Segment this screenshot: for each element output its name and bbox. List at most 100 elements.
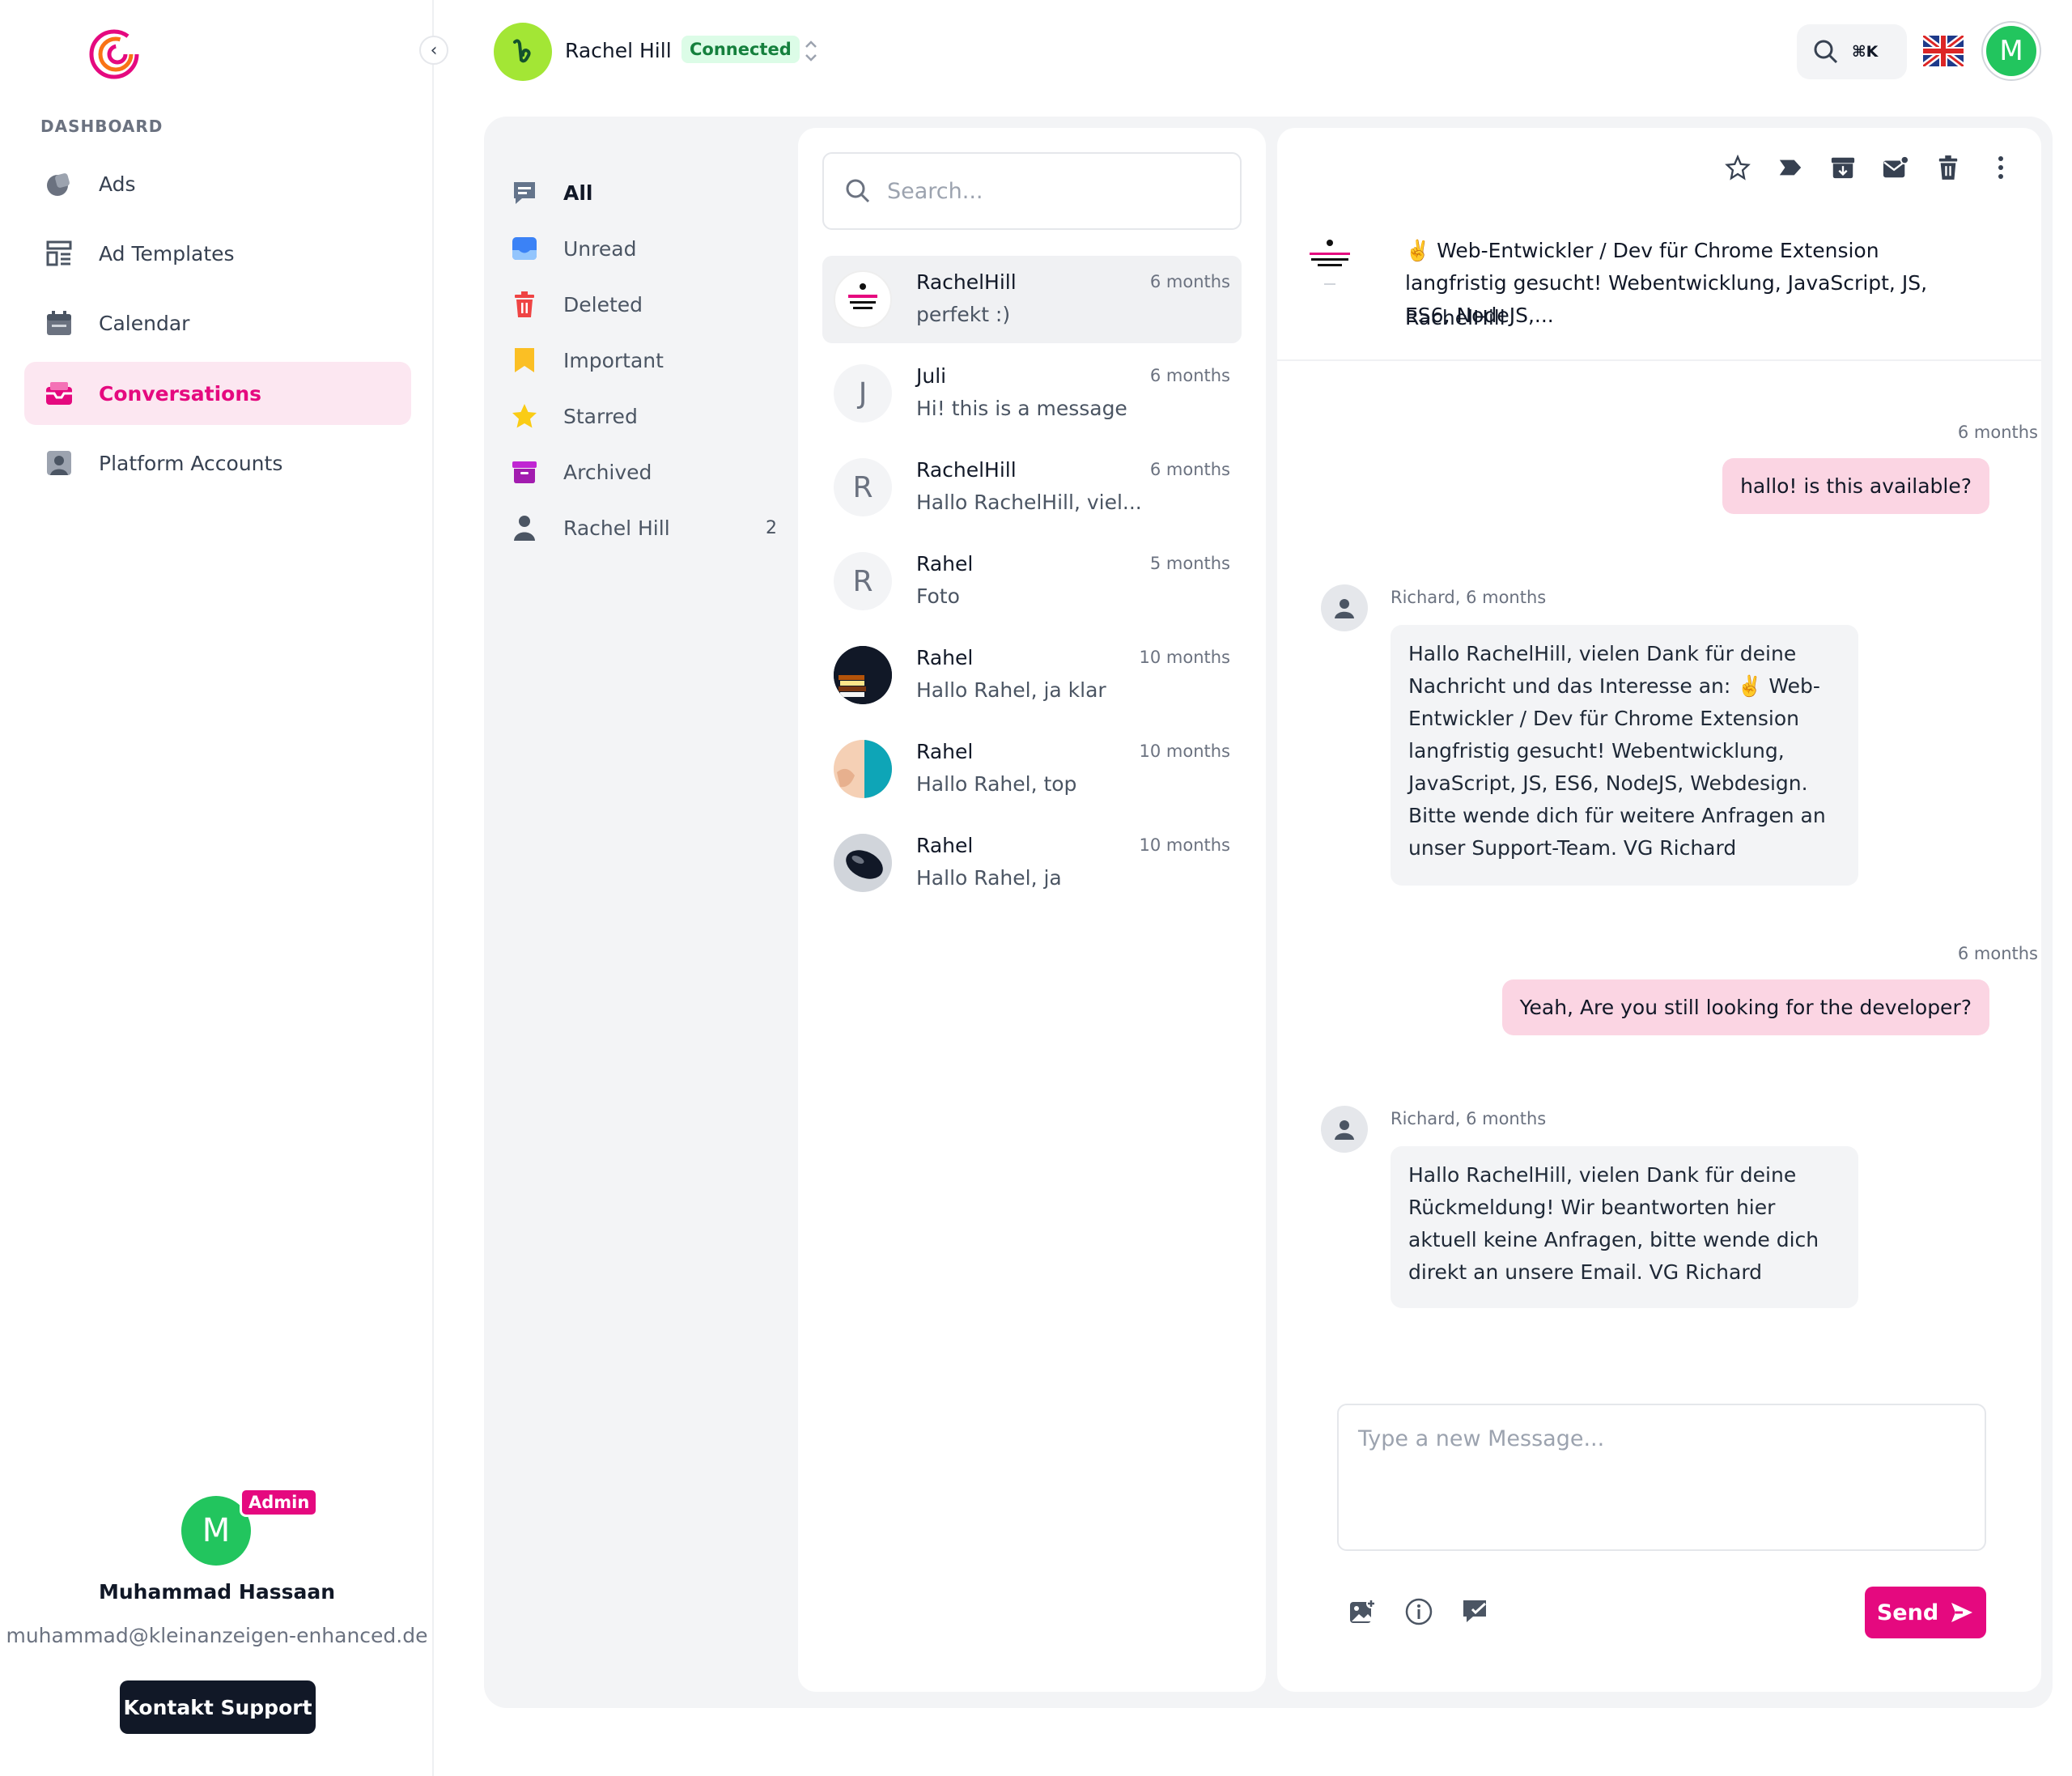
uk-flag-icon[interactable] <box>1923 36 1964 66</box>
collapse-sidebar-button[interactable]: ‹ <box>419 36 448 65</box>
outgoing-message: hallo! is this available? <box>1722 458 1989 514</box>
send-label: Send <box>1876 1600 1939 1625</box>
mouse-photo-avatar <box>834 834 892 892</box>
conversation-name: Rahel <box>916 740 974 763</box>
brand-logo[interactable] <box>87 28 141 81</box>
folder-label: Starred <box>563 404 638 428</box>
conversation-item[interactable]: Rahel 10 months Hallo Rahel, top <box>822 725 1242 813</box>
folder-deleted[interactable]: Deleted <box>510 282 777 327</box>
sidebar-item-calendar[interactable]: Calendar <box>24 291 411 355</box>
sidebar-item-platform-accounts[interactable]: Platform Accounts <box>24 431 411 495</box>
trash-icon <box>510 290 539 319</box>
send-button[interactable]: Send <box>1865 1587 1986 1638</box>
conversation-name: Juli <box>916 364 947 388</box>
teal-photo-avatar <box>834 740 892 798</box>
folder-rachel-hill[interactable]: Rachel Hill 2 <box>510 505 777 550</box>
initial-avatar: R <box>834 458 892 516</box>
search-icon <box>846 179 870 203</box>
chevron-up-down-icon[interactable] <box>801 37 821 65</box>
shortcut-hint: ⌘K <box>1852 43 1879 61</box>
conversation-preview: Hallo Rahel, ja klar <box>916 678 1106 702</box>
inbox-icon <box>44 378 74 409</box>
folder-label: Deleted <box>563 292 643 317</box>
search-input[interactable]: Search... <box>822 152 1242 230</box>
chat-toolbar <box>1724 154 2015 186</box>
bookmark-icon <box>510 346 539 375</box>
outgoing-message: Yeah, Are you still looking for the deve… <box>1501 979 1989 1035</box>
conversation-name: RachelHill <box>916 458 1017 482</box>
unread-icon <box>510 234 539 263</box>
folder-label: Important <box>563 348 664 372</box>
sidebar: DASHBOARD Ads Ad Templates Calendar Conv… <box>0 0 434 1776</box>
folder-count: 2 <box>766 517 777 538</box>
ad-image-avatar <box>834 270 892 329</box>
chevron-left-icon: ‹ <box>430 40 438 61</box>
sidebar-item-label: Ad Templates <box>99 241 235 266</box>
conversation-preview: Hallo Rahel, ja <box>916 866 1062 890</box>
add-image-icon[interactable] <box>1347 1596 1378 1627</box>
message-meta: 6 months <box>1957 423 2038 442</box>
command-search-button[interactable]: ⌘K <box>1797 24 1907 79</box>
folder-starred[interactable]: Starred <box>510 393 777 439</box>
account-avatar[interactable] <box>494 23 552 81</box>
message-meta: 6 months <box>1957 944 2038 963</box>
more-vertical-icon[interactable] <box>1987 154 2015 181</box>
archive-icon <box>510 457 539 486</box>
archive-download-icon[interactable] <box>1829 154 1857 181</box>
conversation-name: RachelHill <box>916 270 1017 294</box>
user-avatar[interactable]: M <box>1983 23 2040 79</box>
message-meta: Richard, 6 months <box>1391 588 1547 607</box>
conversation-time: 10 months <box>1139 835 1231 855</box>
conversation-item[interactable]: J Juli 6 months Hi! this is a message <box>822 350 1242 437</box>
conversation-time: 6 months <box>1149 366 1230 385</box>
incoming-message: Hallo RachelHill, vielen Dank für deine … <box>1391 1146 1858 1308</box>
admin-badge: Admin <box>240 1488 319 1517</box>
conversation-time: 5 months <box>1149 554 1230 573</box>
conversation-item[interactable]: R Rahel 5 months Foto <box>822 537 1242 625</box>
nav-heading: DASHBOARD <box>40 117 163 136</box>
trash-icon[interactable] <box>1934 154 1962 181</box>
search-placeholder: Search... <box>887 178 983 204</box>
conversation-time: 10 months <box>1139 741 1231 761</box>
books-photo-avatar <box>834 646 892 704</box>
folder-unread[interactable]: Unread <box>510 226 777 271</box>
account-icon <box>44 448 74 478</box>
star-outline-icon[interactable] <box>1724 154 1751 181</box>
quick-reply-icon[interactable] <box>1460 1596 1491 1627</box>
conversation-item[interactable]: R RachelHill 6 months Hallo RachelHill, … <box>822 444 1242 531</box>
star-icon <box>510 402 539 431</box>
folder-archived[interactable]: Archived <box>510 449 777 495</box>
composer-tools <box>1347 1596 1491 1627</box>
support-button[interactable]: Kontakt Support <box>120 1680 316 1734</box>
conversation-preview: Hi! this is a message <box>916 397 1127 420</box>
message-input[interactable]: Type a new Message... <box>1337 1404 1986 1551</box>
account-name[interactable]: Rachel Hill <box>565 39 672 62</box>
conversation-item[interactable]: Rahel 10 months Hallo Rahel, ja klar <box>822 631 1242 719</box>
folder-label: Unread <box>563 236 637 261</box>
ads-icon <box>44 168 74 199</box>
sidebar-item-label: Ads <box>99 172 136 196</box>
message-meta: Richard, 6 months <box>1391 1109 1547 1128</box>
folder-important[interactable]: Important <box>510 338 777 383</box>
sidebar-item-ad-templates[interactable]: Ad Templates <box>24 222 411 285</box>
ad-thumbnail[interactable] <box>1305 235 1355 293</box>
sidebar-item-label: Conversations <box>99 381 262 406</box>
incoming-message: Hallo RachelHill, vielen Dank für deine … <box>1391 625 1858 886</box>
status-badge: Connected <box>681 36 800 63</box>
conversation-item[interactable]: Rahel 10 months Hallo Rahel, ja <box>822 819 1242 907</box>
conversation-preview: Hallo Rahel, top <box>916 772 1077 796</box>
initial-avatar: R <box>834 552 892 610</box>
label-tag-icon[interactable] <box>1777 154 1804 181</box>
info-icon[interactable] <box>1403 1596 1434 1627</box>
mark-unread-icon[interactable] <box>1882 154 1909 181</box>
sidebar-item-conversations[interactable]: Conversations <box>24 362 411 425</box>
folder-all[interactable]: All <box>510 170 777 215</box>
conversation-preview: Hallo RachelHill, viel... <box>916 491 1142 514</box>
profile-email: muhammad@kleinanzeigen-enhanced.de <box>6 1624 428 1647</box>
folder-label: Archived <box>563 460 652 484</box>
person-icon <box>510 513 539 542</box>
sidebar-item-ads[interactable]: Ads <box>24 152 411 215</box>
conversation-name: Rahel <box>916 646 974 669</box>
conversation-item[interactable]: RachelHill 6 months perfekt :) <box>822 256 1242 343</box>
conversation-time: 10 months <box>1139 648 1231 667</box>
